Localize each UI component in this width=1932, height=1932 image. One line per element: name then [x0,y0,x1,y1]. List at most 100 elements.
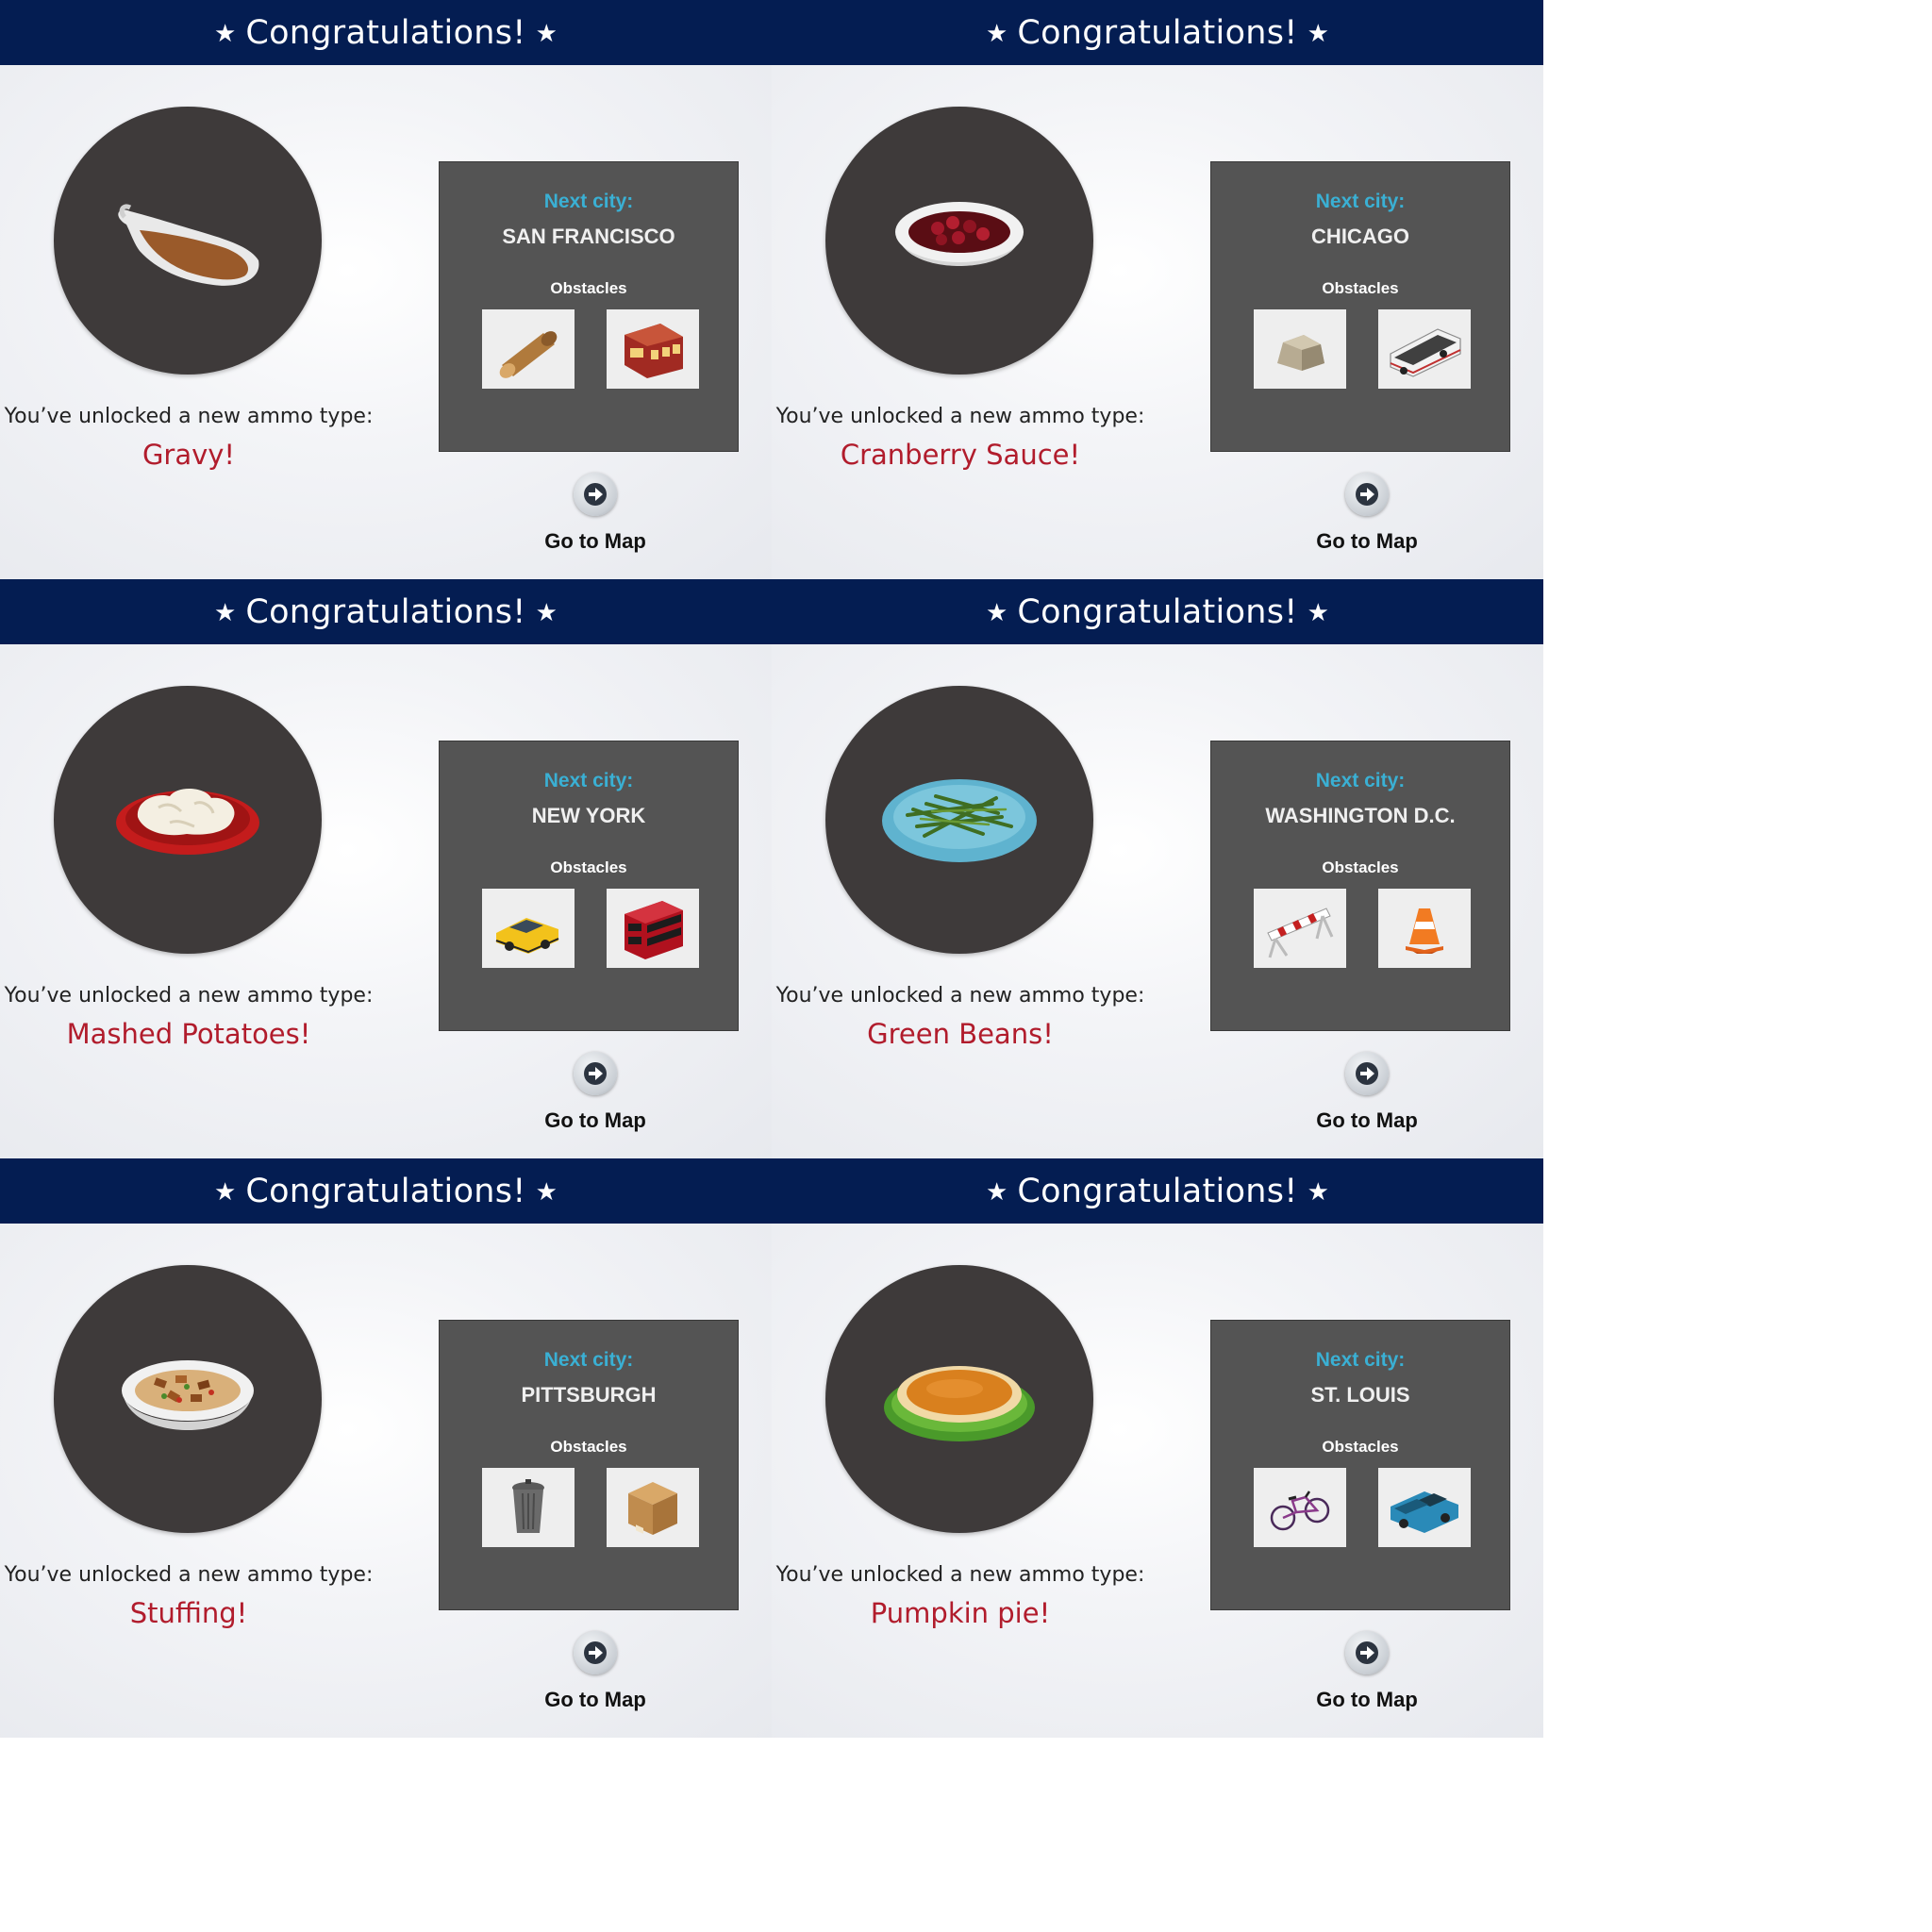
cardboard-box-icon [628,1482,677,1535]
next-city-box: Next city: PITTSBURGH Obstacles [439,1320,739,1610]
unlock-text: You’ve unlocked a new ammo type: [4,1563,374,1587]
green-beans-icon [882,779,1037,862]
city-name: CHICAGO [1311,225,1409,248]
next-city-box: Next city: WASHINGTON D.C. Obstacles [1210,741,1510,1031]
go-to-map-link[interactable]: Go to Map [501,1688,690,1712]
star-icon: ★ [535,18,558,47]
bus-icon [1390,328,1461,377]
obstacle-tile [482,1468,575,1547]
congrats-panel: ★ Congratulations! ★ You’ve unlocked a n… [772,579,1543,1158]
next-city-label: Next city: [543,1349,634,1371]
panel-body: You’ve unlocked a new ammo type: Stuffin… [0,1224,772,1738]
pumpkin-pie-icon [884,1366,1035,1441]
obstacle-tile [607,889,699,968]
star-icon: ★ [986,597,1008,626]
banner-title: Congratulations! [245,1172,526,1210]
arrow-right-icon [1356,1062,1378,1085]
ammo-icon-circle [825,686,1093,954]
trash-can-icon [512,1479,544,1533]
go-to-map-link[interactable]: Go to Map [1273,1108,1461,1133]
go-to-map-link[interactable]: Go to Map [501,529,690,554]
unlock-text: You’ve unlocked a new ammo type: [775,1563,1145,1587]
city-name: PITTSBURGH [521,1383,657,1407]
stuffing-bowl-icon [122,1360,254,1430]
star-icon: ★ [214,597,237,626]
panel-body: You’ve unlocked a new ammo type: Gravy! … [0,65,772,579]
next-city-label: Next city: [1315,1349,1406,1371]
congrats-banner: ★ Congratulations! ★ [0,0,772,65]
star-icon: ★ [535,597,558,626]
congrats-banner: ★ Congratulations! ★ [0,1158,772,1224]
next-city-label: Next city: [1315,191,1406,212]
congrats-banner: ★ Congratulations! ★ [772,1158,1543,1224]
obstacle-tile [1254,1468,1346,1547]
obstacle-tile [1378,889,1471,968]
star-icon: ★ [986,18,1008,47]
ammo-icon-circle [825,107,1093,375]
go-to-map-button[interactable] [574,473,617,516]
ammo-name: Green Beans! [867,1018,1054,1050]
arrow-right-icon [584,483,607,506]
congrats-panel: ★ Congratulations! ★ You’ve unlocked a n… [0,579,772,1158]
banner-title: Congratulations! [1017,13,1298,52]
mashed-potatoes-icon [116,788,259,855]
go-to-map-link[interactable]: Go to Map [1273,1688,1461,1712]
star-icon: ★ [1307,597,1329,626]
ammo-name: Gravy! [142,439,236,471]
obstacle-tile [607,1468,699,1547]
congrats-panel: ★ Congratulations! ★ You’ve unlocked a n… [772,0,1543,579]
bicycle-icon [1270,1491,1330,1531]
panel-body: You’ve unlocked a new ammo type: Mashed … [0,644,772,1158]
obstacles-label: Obstacles [550,279,627,297]
obstacle-tile [482,889,575,968]
arrow-right-icon [1356,483,1378,506]
go-to-map-button[interactable] [1345,1052,1389,1095]
panel-body: You’ve unlocked a new ammo type: Pumpkin… [772,1224,1543,1738]
go-to-map-link[interactable]: Go to Map [1273,529,1461,554]
next-city-box: Next city: ST. LOUIS Obstacles [1210,1320,1510,1610]
go-to-map-button[interactable] [1345,1631,1389,1674]
go-to-map-button[interactable] [1345,473,1389,516]
ammo-name: Cranberry Sauce! [840,439,1081,471]
ammo-name: Mashed Potatoes! [66,1018,311,1050]
go-to-map-button[interactable] [574,1052,617,1095]
congrats-banner: ★ Congratulations! ★ [772,579,1543,644]
obstacles-label: Obstacles [1322,1438,1399,1456]
next-city-box: Next city: SAN FRANCISCO Obstacles [439,161,739,452]
ammo-icon-circle [825,1265,1093,1533]
ammo-icon-circle [54,107,322,375]
congrats-banner: ★ Congratulations! ★ [0,579,772,644]
obstacle-tile [482,309,575,389]
next-city-box: Next city: NEW YORK Obstacles [439,741,739,1031]
obstacle-tile [607,309,699,389]
go-to-map-link[interactable]: Go to Map [501,1108,690,1133]
cranberry-bowl-icon [895,202,1024,266]
log-icon [499,331,558,378]
city-name: ST. LOUIS [1310,1383,1410,1407]
obstacle-tile [1254,309,1346,389]
double-decker-bus-icon [625,901,683,959]
go-to-map-button[interactable] [574,1631,617,1674]
cable-car-icon [625,324,683,378]
obstacles-label: Obstacles [550,1438,627,1456]
arrow-right-icon [584,1641,607,1664]
obstacles-label: Obstacles [550,858,627,876]
banner-title: Congratulations! [245,13,526,52]
star-icon: ★ [1307,1176,1329,1206]
panel-body: You’ve unlocked a new ammo type: Green B… [772,644,1543,1158]
unlock-text: You’ve unlocked a new ammo type: [775,405,1145,428]
congrats-panel: ★ Congratulations! ★ You’ve unlocked a n… [0,1158,772,1738]
next-city-label: Next city: [543,770,634,791]
banner-title: Congratulations! [1017,592,1298,631]
panel-body: You’ve unlocked a new ammo type: Cranber… [772,65,1543,579]
next-city-label: Next city: [543,191,634,212]
banner-title: Congratulations! [245,592,526,631]
unlock-text: You’ve unlocked a new ammo type: [775,984,1145,1008]
star-icon: ★ [214,1176,237,1206]
ammo-icon-circle [54,1265,322,1533]
star-icon: ★ [214,18,237,47]
star-icon: ★ [1307,18,1329,47]
traffic-cone-icon [1406,908,1443,954]
next-city-box: Next city: CHICAGO Obstacles [1210,161,1510,452]
congrats-panel: ★ Congratulations! ★ You’ve unlocked a n… [0,0,772,579]
